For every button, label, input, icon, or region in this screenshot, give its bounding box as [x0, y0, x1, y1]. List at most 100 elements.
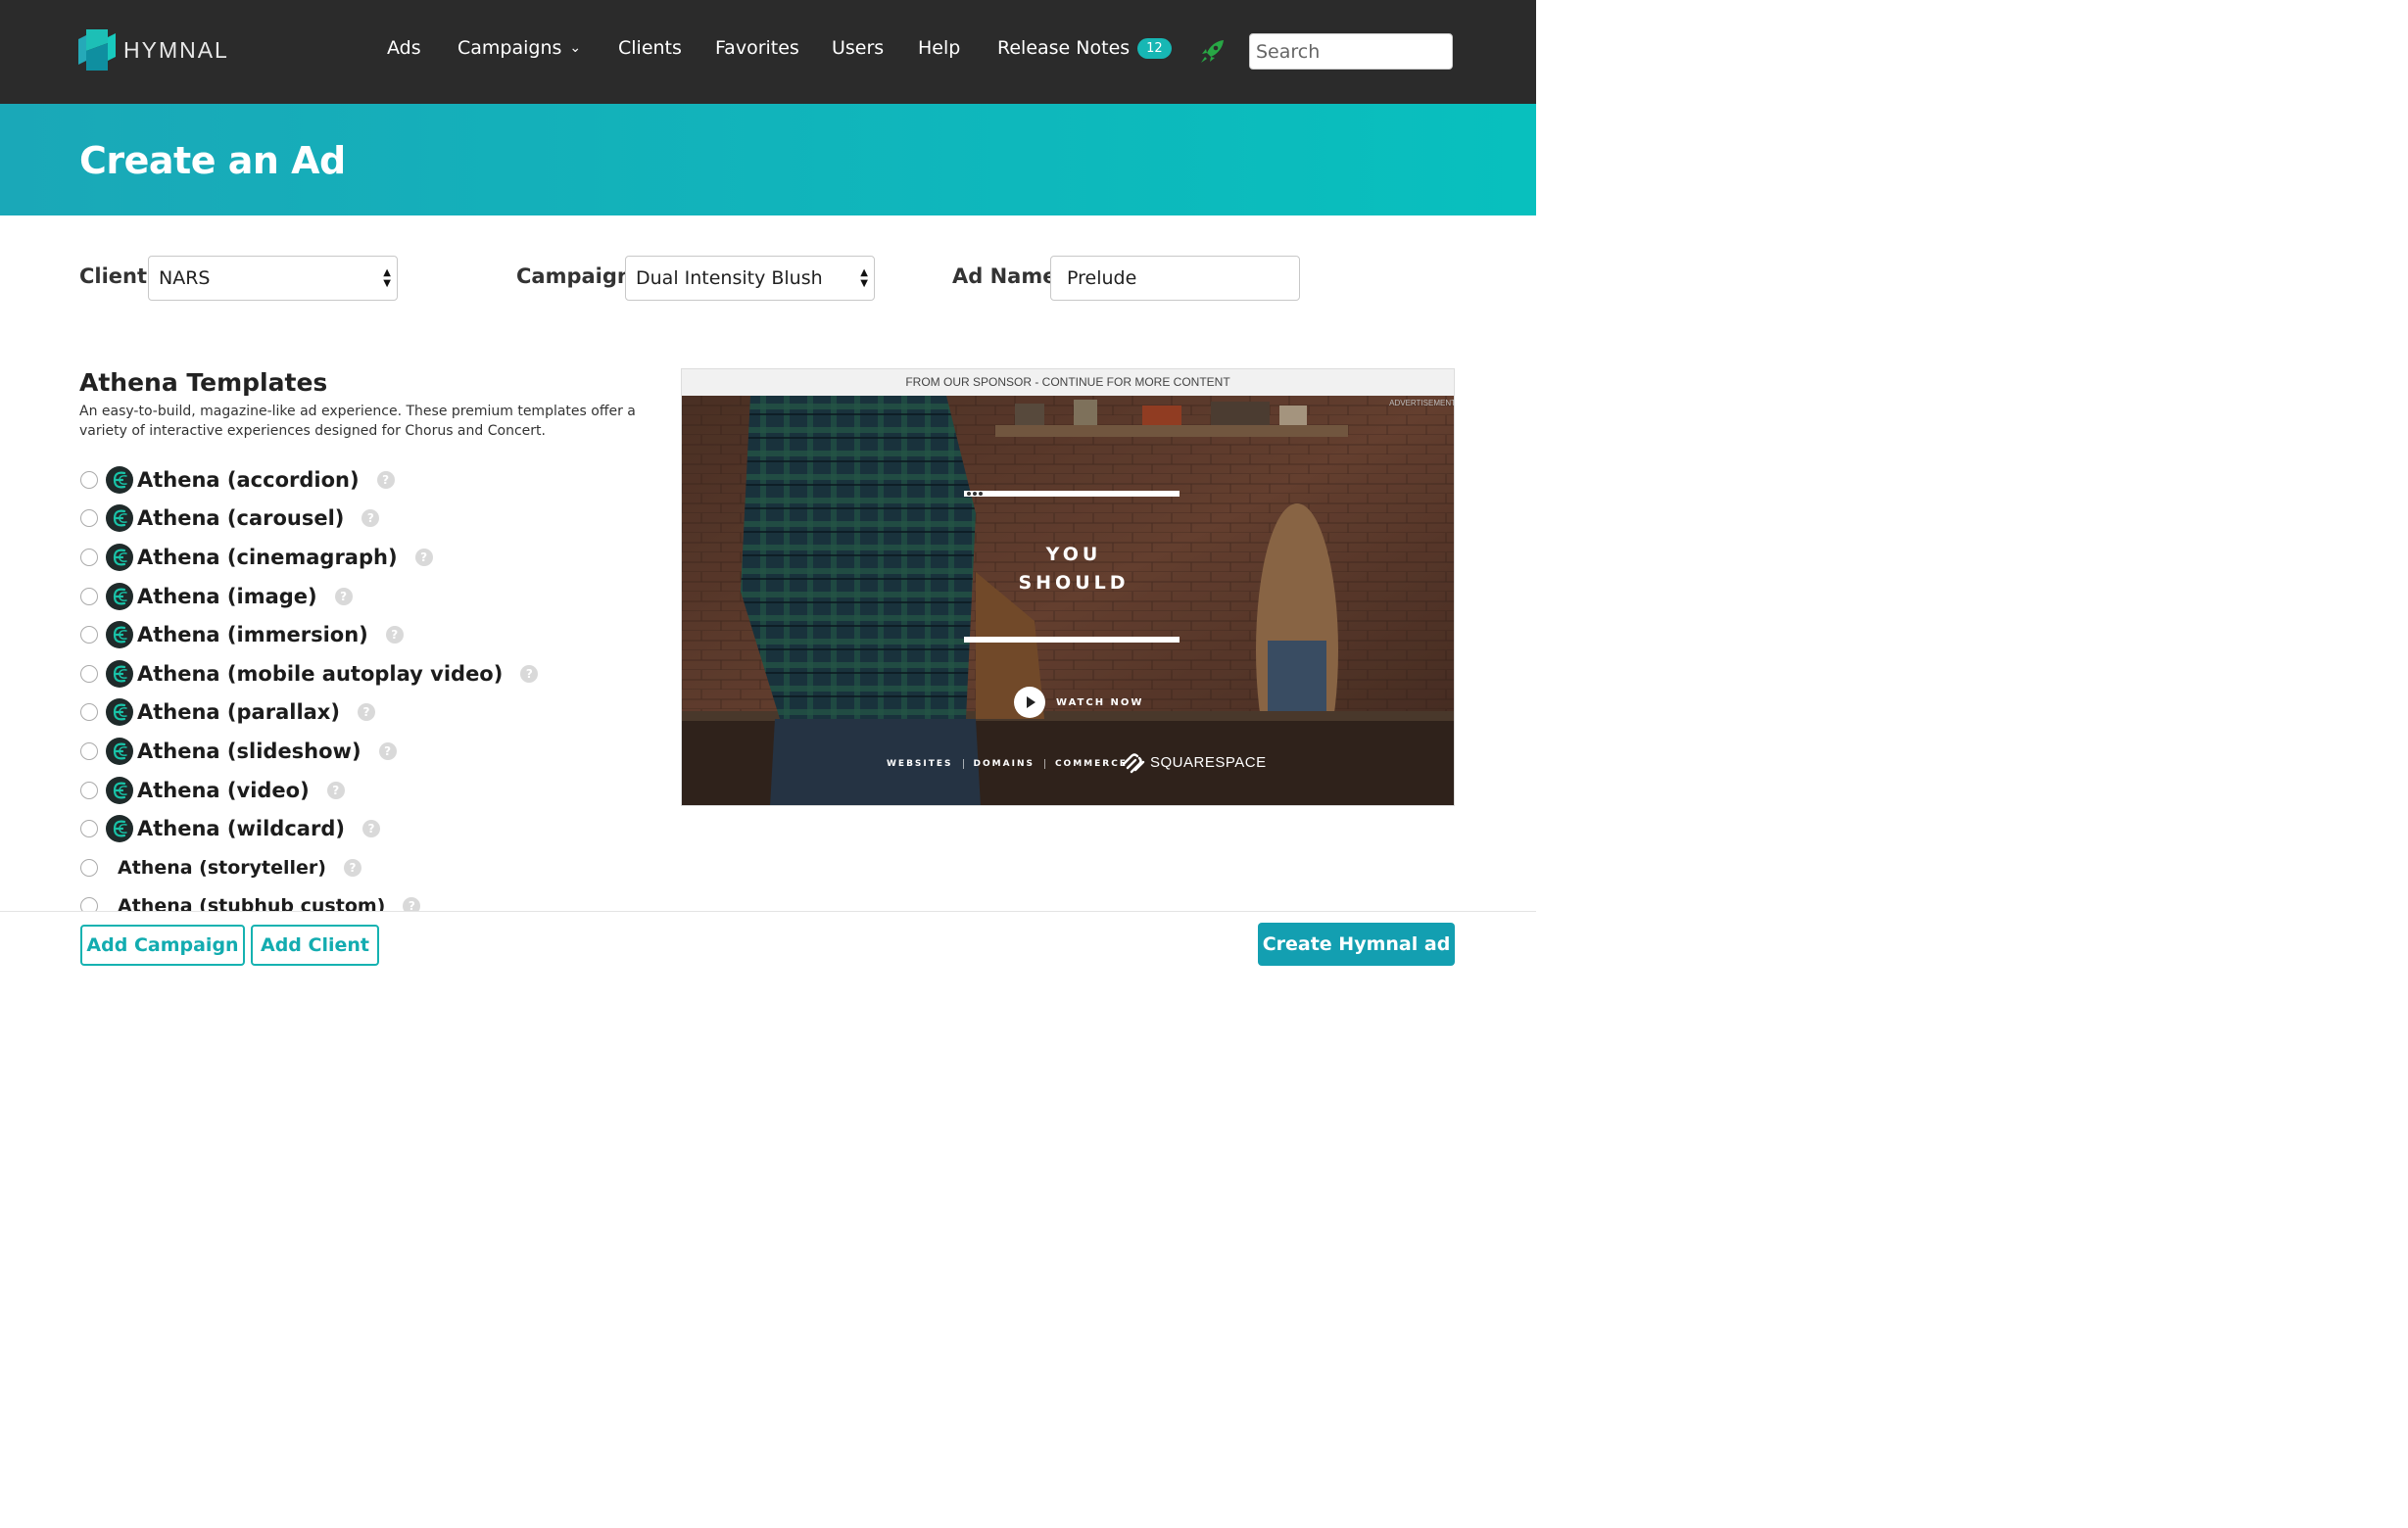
- nav-help[interactable]: Help: [918, 37, 960, 59]
- nav-ads[interactable]: Ads: [387, 37, 421, 59]
- help-icon[interactable]: ?: [334, 587, 353, 605]
- template-option[interactable]: Athena (storyteller)?: [79, 848, 628, 887]
- help-icon[interactable]: ?: [357, 703, 375, 722]
- template-name: Athena (parallax): [137, 700, 340, 725]
- template-radio[interactable]: [80, 664, 98, 683]
- nav-clients[interactable]: Clients: [618, 37, 682, 59]
- template-name: Athena (immersion): [137, 623, 368, 647]
- hymnal-logo-icon: [78, 29, 116, 71]
- template-option[interactable]: Athena (video)?: [79, 771, 628, 810]
- template-option[interactable]: Athena (mobile autoplay video)?: [79, 654, 628, 693]
- action-bar: Add Campaign Add Client Create Hymnal ad: [0, 911, 1536, 976]
- client-label: Client: [79, 264, 148, 288]
- add-client-button[interactable]: Add Client: [251, 925, 379, 966]
- template-name: Athena (cinemagraph): [137, 545, 398, 569]
- ad-footer-links: WEBSITES DOMAINS COMMERCE: [887, 759, 1137, 769]
- release-notes-count-badge: 12: [1137, 38, 1172, 59]
- nav-campaigns-label: Campaigns: [458, 37, 562, 59]
- ad-preview: FROM OUR SPONSOR - CONTINUE FOR MORE CON…: [681, 368, 1455, 806]
- page-title: Create an Ad: [79, 139, 346, 182]
- template-radio[interactable]: [80, 548, 98, 566]
- nav-favorites[interactable]: Favorites: [715, 37, 799, 59]
- template-radio[interactable]: [80, 741, 98, 760]
- template-radio[interactable]: [80, 470, 98, 489]
- help-icon[interactable]: ?: [385, 626, 404, 645]
- client-select[interactable]: NARS ▲ ▼: [148, 256, 398, 301]
- template-option[interactable]: Athena (image)?: [79, 577, 628, 616]
- campaign-select[interactable]: Dual Intensity Blush ▲ ▼: [625, 256, 875, 301]
- search-input[interactable]: [1249, 33, 1453, 70]
- athena-logo-icon: [106, 582, 133, 610]
- create-hymnal-ad-button[interactable]: Create Hymnal ad: [1258, 923, 1455, 966]
- help-icon[interactable]: ?: [376, 470, 395, 489]
- template-name: Athena (storyteller): [118, 856, 326, 879]
- select-arrows-icon: ▲ ▼: [860, 267, 868, 289]
- template-option[interactable]: Athena (carousel)?: [79, 500, 628, 539]
- athena-logo-icon: [106, 737, 133, 765]
- template-radio[interactable]: [80, 858, 98, 877]
- advertisement-tag: ADVERTISEMENT: [1389, 399, 1455, 407]
- ad-name-input-value: Prelude: [1067, 267, 1137, 289]
- help-icon[interactable]: ?: [361, 820, 380, 838]
- nav-release-notes[interactable]: Release Notes 12: [997, 37, 1172, 59]
- template-option[interactable]: Athena (slideshow)?: [79, 732, 628, 771]
- template-radio[interactable]: [80, 587, 98, 605]
- template-option[interactable]: Athena (immersion)?: [79, 615, 628, 654]
- ad-creative-overlay: ADVERTISEMENT YOU SHOULD WATCH NOW WEBSI…: [682, 396, 1455, 805]
- watch-now-label[interactable]: WATCH NOW: [1056, 697, 1143, 708]
- rocket-icon[interactable]: [1199, 37, 1227, 65]
- athena-logo-icon: [106, 504, 133, 533]
- help-icon[interactable]: ?: [361, 509, 380, 528]
- squarespace-brand: SQUARESPACE: [1150, 754, 1267, 771]
- chevron-down-icon: ⌄: [569, 40, 582, 56]
- ad-name-label: Ad Name: [952, 264, 1057, 288]
- template-name: Athena (accordion): [137, 467, 360, 492]
- campaign-label: Campaign: [516, 264, 632, 288]
- template-option[interactable]: Athena (accordion)?: [79, 460, 628, 500]
- athena-logo-icon: [106, 659, 133, 688]
- nav-release-notes-label: Release Notes: [997, 37, 1131, 59]
- help-icon[interactable]: ?: [520, 664, 539, 683]
- brand-logo[interactable]: HYMNAL: [78, 27, 229, 72]
- progress-bar-top: [964, 491, 1180, 497]
- ad-headline: YOU SHOULD: [966, 541, 1181, 597]
- top-navbar: HYMNAL Ads Campaigns ⌄ Clients Favorites …: [0, 0, 1536, 104]
- help-icon[interactable]: ?: [326, 781, 345, 799]
- nav-users[interactable]: Users: [832, 37, 884, 59]
- templates-section-title: Athena Templates: [79, 368, 328, 397]
- template-option[interactable]: Athena (cinemagraph)?: [79, 538, 628, 577]
- template-name: Athena (image): [137, 584, 317, 608]
- sponsor-bar: FROM OUR SPONSOR - CONTINUE FOR MORE CON…: [682, 369, 1454, 396]
- template-name: Athena (wildcard): [137, 817, 345, 841]
- help-icon[interactable]: ?: [414, 548, 433, 566]
- athena-logo-icon: [106, 776, 133, 804]
- help-icon[interactable]: ?: [378, 741, 397, 760]
- client-select-value: NARS: [159, 267, 211, 289]
- template-name: Athena (carousel): [137, 506, 345, 531]
- template-radio[interactable]: [80, 703, 98, 722]
- ad-headline-line1: YOU: [1045, 544, 1102, 565]
- athena-logo-icon: [106, 815, 133, 843]
- add-campaign-button[interactable]: Add Campaign: [80, 925, 245, 966]
- play-icon[interactable]: [1013, 686, 1046, 719]
- template-radio[interactable]: [80, 626, 98, 645]
- template-radio[interactable]: [80, 509, 98, 528]
- page-header-banner: Create an Ad: [0, 104, 1536, 215]
- nav-campaigns[interactable]: Campaigns ⌄: [458, 37, 581, 59]
- athena-logo-icon: [106, 698, 133, 727]
- campaign-select-value: Dual Intensity Blush: [636, 267, 823, 289]
- template-radio[interactable]: [80, 781, 98, 799]
- template-name: Athena (video): [137, 778, 310, 802]
- template-option[interactable]: Athena (parallax)?: [79, 693, 628, 733]
- template-option[interactable]: Athena (wildcard)?: [79, 809, 628, 848]
- brand-name: HYMNAL: [123, 36, 229, 63]
- template-name: Athena (mobile autoplay video): [137, 661, 504, 686]
- ad-name-input[interactable]: Prelude: [1050, 256, 1300, 301]
- template-radio[interactable]: [80, 820, 98, 838]
- squarespace-logo-icon: [1122, 753, 1145, 774]
- divider-line: [964, 637, 1180, 643]
- templates-section-description: An easy-to-build, magazine-like ad exper…: [79, 404, 636, 439]
- select-arrows-icon: ▲ ▼: [383, 267, 391, 289]
- help-icon[interactable]: ?: [343, 858, 361, 877]
- athena-logo-icon: [106, 465, 133, 494]
